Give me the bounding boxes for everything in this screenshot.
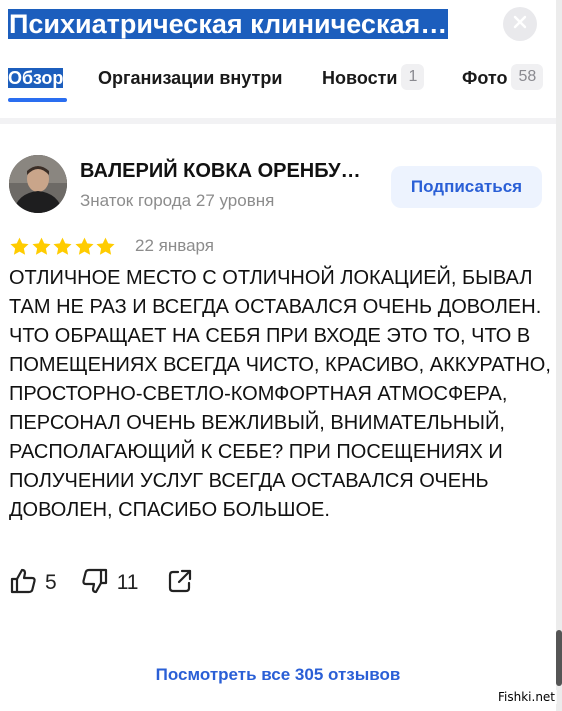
star-icon <box>31 234 53 258</box>
watermark: Fishki.net <box>496 690 558 704</box>
star-icon <box>52 234 74 258</box>
active-tab-indicator <box>8 98 67 102</box>
author-name[interactable]: ВАЛЕРИЙ КОВКА ОРЕНБУ… <box>80 160 361 183</box>
tab-organizations-inside[interactable]: Организации внутри <box>98 64 282 92</box>
place-card: Психиатрическая клиническая… Обзор Орган… <box>0 0 562 711</box>
tab-bar: Обзор Организации внутри Новости 1 Фото 58 <box>0 60 562 106</box>
share-button[interactable] <box>167 566 193 600</box>
author-level: Знаток города 27 уровня <box>80 191 275 210</box>
review-date: 22 января <box>135 236 214 255</box>
tab-photos-label: Фото <box>462 68 508 88</box>
dislike-button[interactable]: 11 <box>81 566 139 600</box>
tab-news-count: 1 <box>401 64 425 90</box>
tab-overview[interactable]: Обзор <box>8 64 64 92</box>
star-icon <box>9 234 31 258</box>
avatar[interactable] <box>9 155 67 213</box>
close-button[interactable] <box>503 7 537 41</box>
tab-news-label: Новости <box>322 68 398 88</box>
tab-news[interactable]: Новости 1 <box>322 64 425 92</box>
section-divider <box>0 118 556 124</box>
all-reviews-link[interactable]: Посмотреть все 305 отзывов <box>0 665 556 685</box>
tab-organizations-inside-label: Организации внутри <box>98 68 283 88</box>
rating-stars <box>9 234 117 258</box>
page-title: Психиатрическая клиническая… <box>8 6 449 42</box>
review-reactions: 5 11 <box>9 566 193 600</box>
dislike-count: 11 <box>116 571 139 594</box>
subscribe-button-label: Подписаться <box>410 177 523 196</box>
thumbs-up-icon <box>9 567 37 600</box>
star-icon <box>74 234 96 258</box>
review-text: ОТЛИЧНОЕ МЕСТО С ОТЛИЧНОЙ ЛОКАЦИЕЙ, БЫВА… <box>9 267 551 521</box>
thumbs-down-icon <box>81 567 109 600</box>
tab-overview-label: Обзор <box>8 68 64 88</box>
tab-photos-count: 58 <box>511 64 544 90</box>
like-button[interactable]: 5 <box>9 566 57 600</box>
scrollbar-thumb[interactable] <box>556 630 562 686</box>
page-title-text: Психиатрическая клиническая… <box>8 9 449 39</box>
close-icon <box>513 15 527 34</box>
like-count: 5 <box>45 571 57 594</box>
scrollbar-track[interactable] <box>556 0 562 711</box>
tab-photos[interactable]: Фото 58 <box>462 64 544 92</box>
star-icon <box>95 234 117 258</box>
subscribe-button[interactable]: Подписаться <box>391 166 542 208</box>
share-icon <box>167 568 193 599</box>
